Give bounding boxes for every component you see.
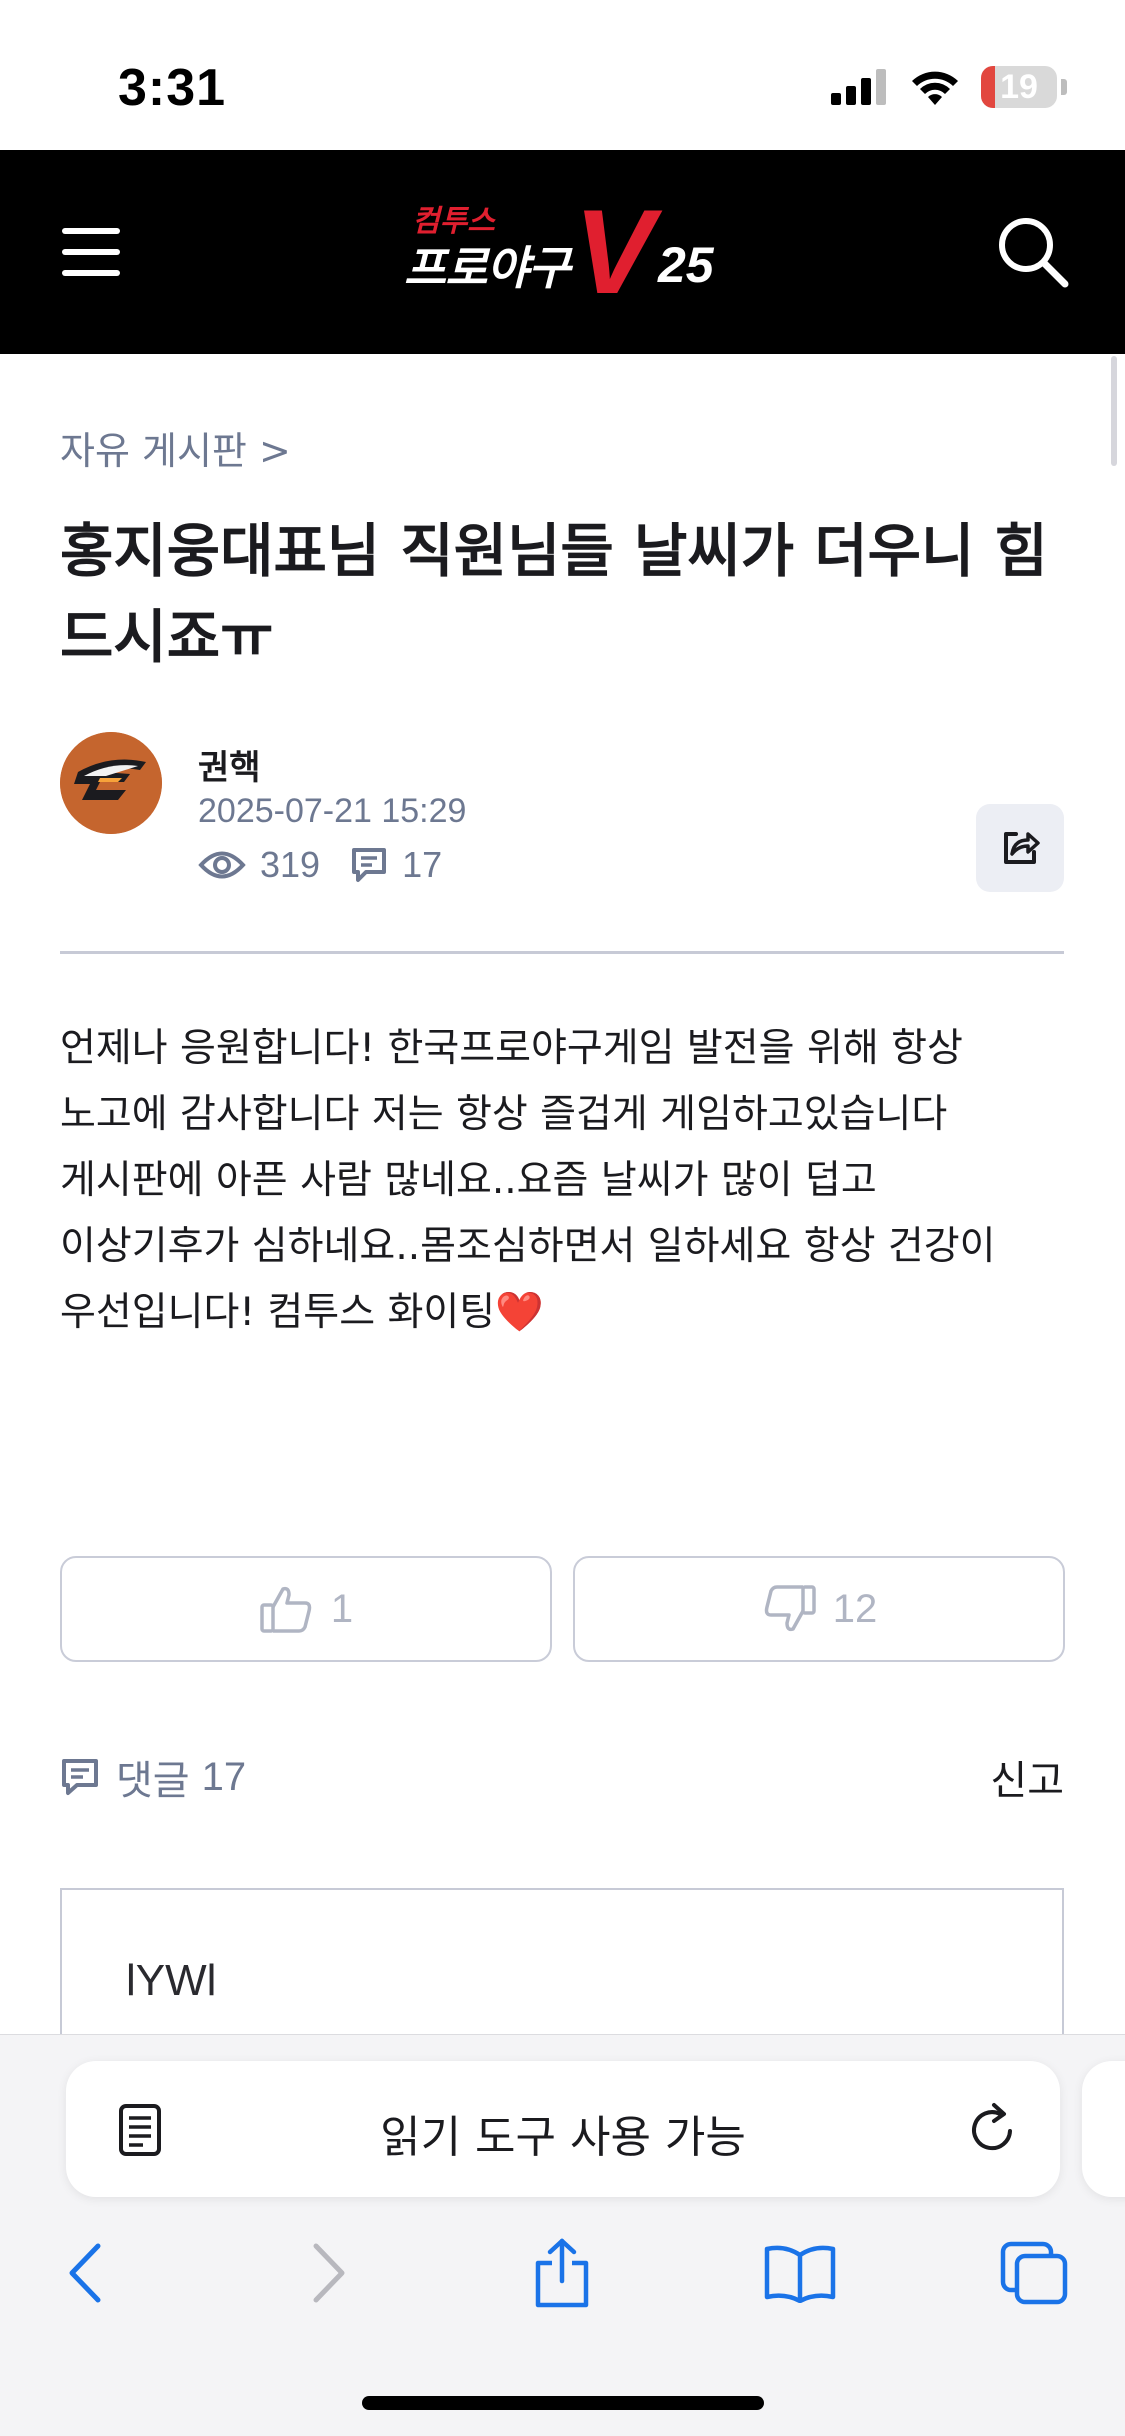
comment-icon xyxy=(60,1757,100,1797)
post-body-line: 게시판에 아픈 사람 많네요..요즘 날씨가 많이 덥고 xyxy=(60,1158,877,1203)
like-count: 1 xyxy=(330,1586,354,1631)
app-header: 컴투스 프로야구 V 25 xyxy=(0,150,1125,354)
like-button[interactable]: 1 xyxy=(60,1556,552,1662)
game-logo[interactable]: 컴투스 프로야구 V 25 xyxy=(404,192,724,312)
bookmarks-button[interactable] xyxy=(760,2233,840,2313)
author-name[interactable]: 권핵 xyxy=(198,740,261,789)
scroll-indicator[interactable] xyxy=(1111,356,1117,466)
browser-toolbar: 읽기 도구 사용 가능 xyxy=(0,2034,1125,2436)
hamburger-icon-line xyxy=(62,270,120,276)
post-body: 언제나 응원합니다! 한국프로야구게임 발전을 위해 항상 노고에 감사합니다 … xyxy=(60,1016,1070,1346)
dislike-count: 12 xyxy=(832,1586,878,1631)
menu-button[interactable] xyxy=(56,216,128,288)
share-button[interactable] xyxy=(976,804,1064,892)
team-eagle-logo-icon xyxy=(60,732,162,834)
comment-input-text[interactable]: lYWl xyxy=(126,1956,216,2006)
comment-icon xyxy=(350,846,388,884)
book-icon xyxy=(764,2245,836,2303)
view-count: 319 xyxy=(260,844,321,885)
comments-count: 17 xyxy=(201,1754,247,1799)
battery-cap xyxy=(1061,79,1067,95)
post-body-line: 이상기후가 심하네요..몸조심하면서 일하세요 항상 건강이 xyxy=(60,1224,996,1269)
dislike-button[interactable]: 12 xyxy=(573,1556,1065,1662)
comment-count: 17 xyxy=(402,844,443,885)
post-body-line: 언제나 응원합니다! 한국프로야구게임 발전을 위해 항상 xyxy=(60,1026,963,1071)
forward-button[interactable] xyxy=(288,2233,368,2313)
chevron-right-icon xyxy=(313,2243,345,2303)
home-indicator[interactable] xyxy=(362,2396,764,2410)
back-button[interactable] xyxy=(46,2233,126,2313)
next-tab-preview[interactable] xyxy=(1082,2061,1125,2197)
hamburger-icon xyxy=(62,228,120,234)
search-button[interactable] xyxy=(993,212,1073,292)
thumbs-up-icon xyxy=(259,1583,315,1635)
chevron-left-icon xyxy=(69,2243,101,2303)
address-text: 읽기 도구 사용 가능 xyxy=(380,2112,746,2163)
comments-header: 댓글 17 xyxy=(60,1748,246,1806)
battery-indicator: 19 xyxy=(981,66,1057,108)
post-title: 홍지웅대표님 직원님들 날씨가 더우니 힘드시죠ㅠ xyxy=(60,517,1048,671)
comment-input-box[interactable]: lYWl xyxy=(60,1888,1064,2038)
tabs-icon xyxy=(1000,2241,1068,2305)
eye-icon xyxy=(198,848,246,882)
reload-icon[interactable] xyxy=(966,2101,1020,2161)
post-date: 2025-07-21 15:29 xyxy=(198,792,467,830)
battery-percentage: 19 xyxy=(1000,67,1038,106)
avatar[interactable] xyxy=(60,732,162,834)
logo-year-text: 25 xyxy=(658,237,714,293)
report-button[interactable]: 신고 xyxy=(990,1748,1064,1806)
comments-label: 댓글 xyxy=(116,1758,190,1804)
status-icons: 19 xyxy=(831,62,1067,112)
share-sheet-icon xyxy=(535,2238,589,2308)
logo-v-mark: V xyxy=(574,185,655,319)
share-sheet-button[interactable] xyxy=(522,2233,602,2313)
search-icon xyxy=(999,218,1069,288)
hamburger-icon-line xyxy=(62,249,120,255)
logo-title-text: 프로야구 xyxy=(404,241,570,295)
post-body-line: 노고에 감사합니다 저는 항상 즐겁게 게임하고있습니다 xyxy=(60,1092,948,1137)
status-time: 3:31 xyxy=(118,59,227,117)
cellular-signal-icon xyxy=(831,69,886,105)
share-icon xyxy=(1004,832,1040,864)
status-bar: 3:31 19 xyxy=(0,0,1125,150)
address-bar[interactable]: 읽기 도구 사용 가능 xyxy=(66,2061,1060,2197)
wifi-icon xyxy=(912,71,958,105)
tabs-button[interactable] xyxy=(994,2233,1074,2313)
thumbs-down-icon xyxy=(761,1583,817,1635)
breadcrumb[interactable]: 자유 게시판 > xyxy=(60,420,291,475)
divider xyxy=(60,951,1064,954)
post-stats: 319 17 xyxy=(198,844,442,886)
post-body-line: 우선입니다! 컴투스 화이팅❤️ xyxy=(60,1290,544,1335)
